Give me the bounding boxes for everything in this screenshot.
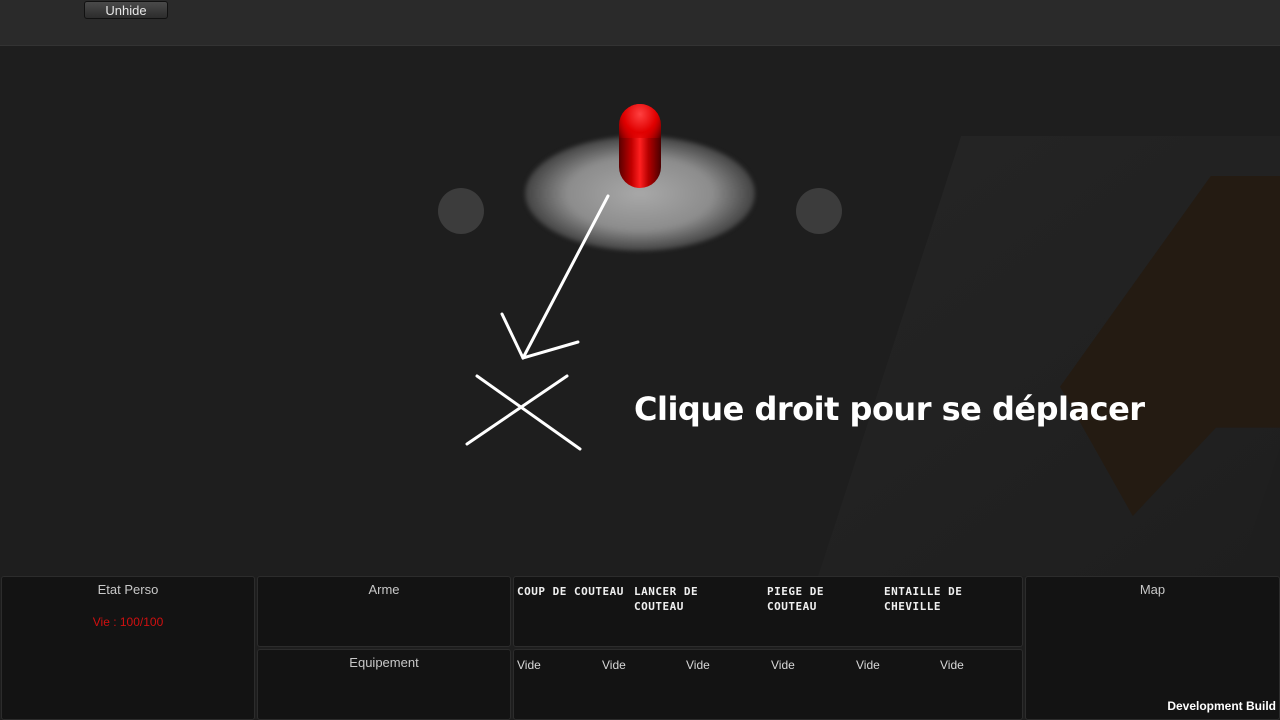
inventory-slot[interactable]: Vide [856, 658, 880, 672]
skill-entaille-de-cheville[interactable]: Entaille de cheville [884, 584, 994, 614]
equipment-panel[interactable]: Equipement [257, 649, 511, 720]
life-value: Vie : 100/100 [92, 615, 164, 629]
skill-lancer-de-couteau[interactable]: Lancer de couteau [634, 584, 744, 614]
map-title: Map [1139, 582, 1166, 597]
inventory-slot[interactable]: Vide [517, 658, 541, 672]
equipment-title: Equipement [349, 655, 419, 670]
move-hint-text: Clique droit pour se déplacer [634, 390, 1145, 428]
skills-panel: Coup de couteau Lancer de couteau Piege … [513, 576, 1023, 647]
unhide-button[interactable]: Unhide [84, 1, 168, 19]
weapon-panel[interactable]: Arme [257, 576, 511, 647]
inventory-slot[interactable]: Vide [771, 658, 795, 672]
cross-stroke-1 [475, 374, 582, 451]
arrow-head [500, 312, 580, 360]
inventory-slot[interactable]: Vide [940, 658, 964, 672]
development-build-label: Development Build [1167, 699, 1276, 713]
editor-toolbar: Unhide [0, 0, 1280, 46]
skill-coup-de-couteau[interactable]: Coup de couteau [517, 584, 627, 599]
skill-piege-de-couteau[interactable]: Piege de couteau [767, 584, 877, 614]
inventory-slot[interactable]: Vide [602, 658, 626, 672]
character-status-title: Etat Perso [97, 582, 159, 597]
cross-stroke-2 [465, 374, 569, 446]
weapon-title: Arme [368, 582, 400, 597]
character-status-panel: Etat Perso Vie : 100/100 [1, 576, 255, 720]
inventory-panel: Vide Vide Vide Vide Vide Vide [513, 649, 1023, 720]
tutorial-overlay [465, 194, 610, 451]
inventory-slot[interactable]: Vide [686, 658, 710, 672]
game-viewport[interactable]: Clique droit pour se déplacer [0, 46, 1280, 576]
arrow-shaft [521, 194, 610, 360]
